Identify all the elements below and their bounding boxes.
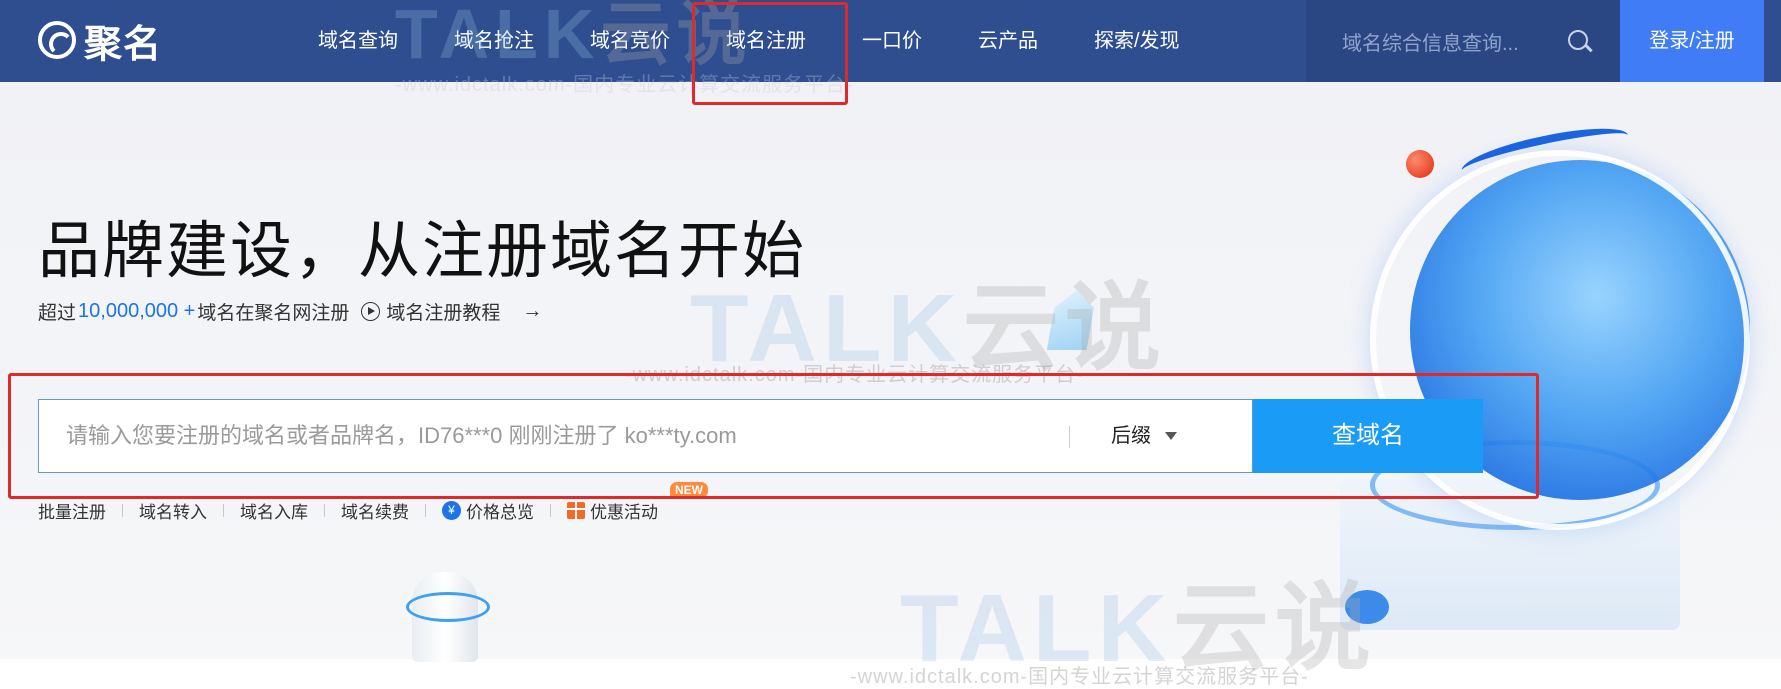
nav-item-domain-auction[interactable]: 域名竞价 <box>562 0 698 82</box>
divider <box>550 504 551 517</box>
quick-link-batch-register[interactable]: 批量注册 <box>38 498 106 523</box>
highlight-box-search <box>8 373 1539 499</box>
quick-link-renewal[interactable]: 域名续费 <box>341 498 409 523</box>
nav-item-cloud-products[interactable]: 云产品 <box>950 0 1066 82</box>
nav-edge <box>1764 0 1781 82</box>
nav-item-domain-query[interactable]: 域名查询 <box>290 0 426 82</box>
search-icon[interactable] <box>1568 30 1588 50</box>
divider <box>223 504 224 517</box>
hero-subline: 超过 10,000,000 + 域名在聚名网注册 域名注册教程 → <box>38 298 542 325</box>
nav-search-box[interactable]: 域名综合信息查询... <box>1306 0 1620 82</box>
quick-link-price-overview[interactable]: ¥ 价格总览 <box>442 498 534 523</box>
cylinder-ring-decoration <box>406 592 490 622</box>
nav-item-domain-snatch[interactable]: 域名抢注 <box>426 0 562 82</box>
divider <box>324 504 325 517</box>
quick-link-label: 优惠活动 <box>590 503 658 522</box>
nav-item-explore[interactable]: 探索/发现 <box>1066 0 1208 82</box>
brand-logo[interactable]: 聚名 <box>38 17 162 66</box>
quick-link-label: 价格总览 <box>466 503 534 522</box>
yen-icon: ¥ <box>442 501 461 520</box>
red-ball-decoration <box>1406 150 1434 178</box>
highlight-box-nav <box>692 2 848 105</box>
logo-text: 聚名 <box>84 23 163 66</box>
subline-suffix: 域名在聚名网注册 <box>197 303 350 324</box>
play-icon[interactable] <box>361 302 381 321</box>
quick-link-domain-import[interactable]: 域名入库 <box>240 498 308 523</box>
login-register-button[interactable]: 登录/注册 <box>1620 0 1764 82</box>
top-nav-bar: 聚名 域名查询 域名抢注 域名竞价 域名注册 一口价 云产品 探索/发现 域名综… <box>0 0 1781 82</box>
quick-links: 批量注册 域名转入 域名入库 域名续费 ¥ 价格总览 优惠活动 <box>38 498 658 523</box>
divider <box>425 504 426 517</box>
divider <box>122 504 123 517</box>
quick-link-transfer-in[interactable]: 域名转入 <box>139 498 207 523</box>
registered-count: 10,000,000 + <box>78 300 196 322</box>
blue-disc-decoration <box>1345 590 1389 624</box>
logo-mark-icon <box>38 21 76 59</box>
nav-item-fixed-price[interactable]: 一口价 <box>834 0 950 82</box>
nav-search-input[interactable]: 域名综合信息查询... <box>1342 27 1572 56</box>
subline-prefix: 超过 <box>38 303 77 324</box>
hero-bottom-strip <box>0 659 1781 689</box>
hero-headline: 品牌建设，从注册域名开始 <box>38 217 807 286</box>
arrow-right-icon[interactable]: → <box>522 300 542 323</box>
quick-link-promotions[interactable]: 优惠活动 <box>567 498 658 523</box>
tutorial-link[interactable]: 域名注册教程 <box>386 298 500 325</box>
gift-icon <box>567 502 585 519</box>
